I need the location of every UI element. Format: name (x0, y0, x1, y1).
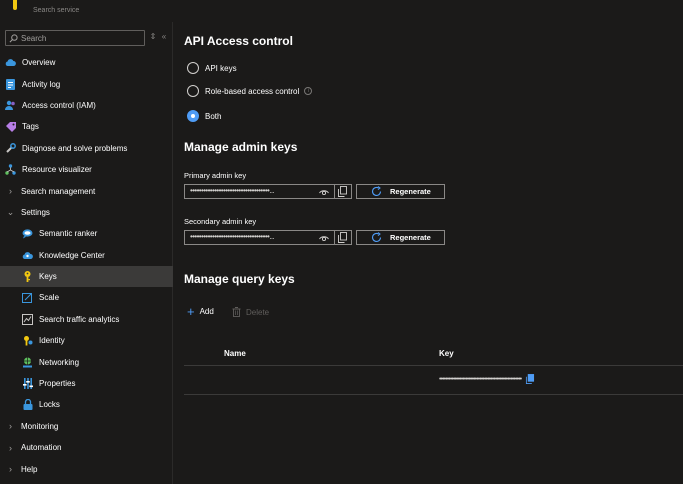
admin-keys-title: Manage admin keys (184, 140, 298, 154)
divider (334, 231, 335, 244)
menu-item-identity[interactable]: Identity (0, 330, 173, 351)
api-access-title: API Access control (184, 34, 293, 48)
menu-item-knowledge-center[interactable]: Knowledge Center (0, 245, 173, 266)
column-header-name[interactable]: Name (224, 349, 246, 358)
query-keys-title: Manage query keys (184, 272, 295, 286)
menu-group-settings[interactable]: ⌄ Settings (0, 202, 173, 223)
menu-item-locks[interactable]: Locks (0, 394, 173, 415)
network-icon (5, 164, 16, 175)
menu-item-search-traffic-analytics[interactable]: Search traffic analytics (0, 309, 173, 330)
cloud-people-icon (22, 250, 33, 261)
show-key-icon[interactable] (319, 187, 329, 197)
menu-group-automation[interactable]: › Automation (0, 437, 173, 458)
menu-item-tags[interactable]: Tags (0, 116, 173, 137)
chevron-right-icon: › (9, 464, 12, 475)
chart-icon (22, 313, 33, 325)
cloud-icon (5, 57, 16, 68)
menu-item-networking[interactable]: Networking (0, 351, 173, 372)
properties-icon (22, 378, 33, 390)
secondary-key-field[interactable]: ••••••••••••••••••••••••••••••••••••... (184, 230, 352, 245)
column-header-key[interactable]: Key (439, 349, 454, 358)
people-icon (5, 100, 16, 111)
menu-group-search-management[interactable]: › Search management (0, 180, 173, 201)
resource-menu: ⇕ « Overview Activity log Access control… (0, 22, 173, 484)
wrench-icon (5, 143, 16, 154)
radio-circle-selected (187, 110, 199, 122)
networking-icon (22, 357, 33, 368)
key-icon (22, 271, 33, 283)
radio-api-keys[interactable]: API keys (187, 62, 237, 74)
menu-list: Overview Activity log Access control (IA… (0, 52, 173, 480)
lightbulb-icon (22, 228, 33, 239)
keys-blade: API Access control API keys Role-based a… (184, 22, 683, 484)
chevron-right-icon: › (9, 442, 12, 453)
regenerate-secondary-button[interactable]: Regenerate (356, 230, 445, 245)
refresh-icon (371, 232, 382, 243)
menu-item-semantic-ranker[interactable]: Semantic ranker (0, 223, 173, 244)
identity-icon (22, 335, 33, 346)
collapse-menu-icon[interactable]: « (159, 32, 169, 41)
radio-role-based[interactable]: Role-based access control i (187, 85, 313, 97)
table-row[interactable] (184, 366, 683, 394)
refresh-icon (371, 186, 382, 197)
menu-search-input[interactable] (21, 32, 131, 44)
query-key-value: ••••••••••••••••••••••••••••••••••••••••… (439, 375, 522, 383)
search-service-logo (13, 0, 17, 10)
chevron-right-icon: › (9, 421, 12, 432)
chevron-right-icon: › (9, 186, 12, 197)
trash-icon (232, 307, 241, 317)
top-bar: Search service (0, 0, 683, 20)
masked-key-value: ••••••••••••••••••••••••••••••••••••... (190, 232, 275, 241)
add-button[interactable]: + Add (187, 303, 214, 319)
menu-item-diagnose[interactable]: Diagnose and solve problems (0, 138, 173, 159)
divider (334, 185, 335, 198)
expand-collapse-icon[interactable]: ⇕ (148, 32, 158, 41)
activity-log-icon (5, 78, 16, 90)
query-key-cell: ••••••••••••••••••••••••••••••••••••••••… (439, 374, 535, 384)
copy-icon[interactable] (525, 374, 535, 384)
info-icon[interactable]: i (304, 87, 313, 95)
menu-item-scale[interactable]: Scale (0, 287, 173, 308)
secondary-key-label: Secondary admin key (184, 217, 257, 226)
copy-icon[interactable] (337, 186, 348, 197)
menu-search-row: ⇕ « (5, 30, 170, 46)
regenerate-primary-button[interactable]: Regenerate (356, 184, 445, 199)
menu-item-keys[interactable]: Keys (0, 265, 173, 288)
scale-icon (22, 292, 33, 304)
masked-key-value: ••••••••••••••••••••••••••••••••••••... (190, 186, 275, 195)
query-keys-table-header: Name Key (184, 347, 683, 363)
radio-circle (187, 62, 199, 74)
menu-item-activity-log[interactable]: Activity log (0, 73, 173, 94)
radio-both[interactable]: Both (187, 110, 221, 122)
primary-key-field[interactable]: ••••••••••••••••••••••••••••••••••••... (184, 184, 352, 199)
menu-search-box[interactable] (5, 30, 145, 46)
search-icon (9, 34, 18, 43)
delete-button[interactable]: Delete (232, 307, 269, 317)
resource-type-label: Search service (33, 7, 80, 14)
primary-key-label: Primary admin key (184, 171, 247, 180)
copy-icon[interactable] (337, 232, 348, 243)
menu-item-resource-visualizer[interactable]: Resource visualizer (0, 159, 173, 180)
menu-group-monitoring[interactable]: › Monitoring (0, 416, 173, 437)
menu-item-properties[interactable]: Properties (0, 373, 173, 394)
tag-icon (5, 121, 16, 132)
menu-item-access-control[interactable]: Access control (IAM) (0, 95, 173, 116)
lock-icon (22, 399, 33, 411)
menu-group-help[interactable]: › Help (0, 458, 173, 479)
show-key-icon[interactable] (319, 233, 329, 243)
menu-item-overview[interactable]: Overview (0, 52, 173, 73)
radio-circle (187, 85, 199, 97)
chevron-down-icon: ⌄ (6, 206, 15, 217)
row-divider (184, 394, 683, 395)
plus-icon: + (187, 303, 195, 319)
